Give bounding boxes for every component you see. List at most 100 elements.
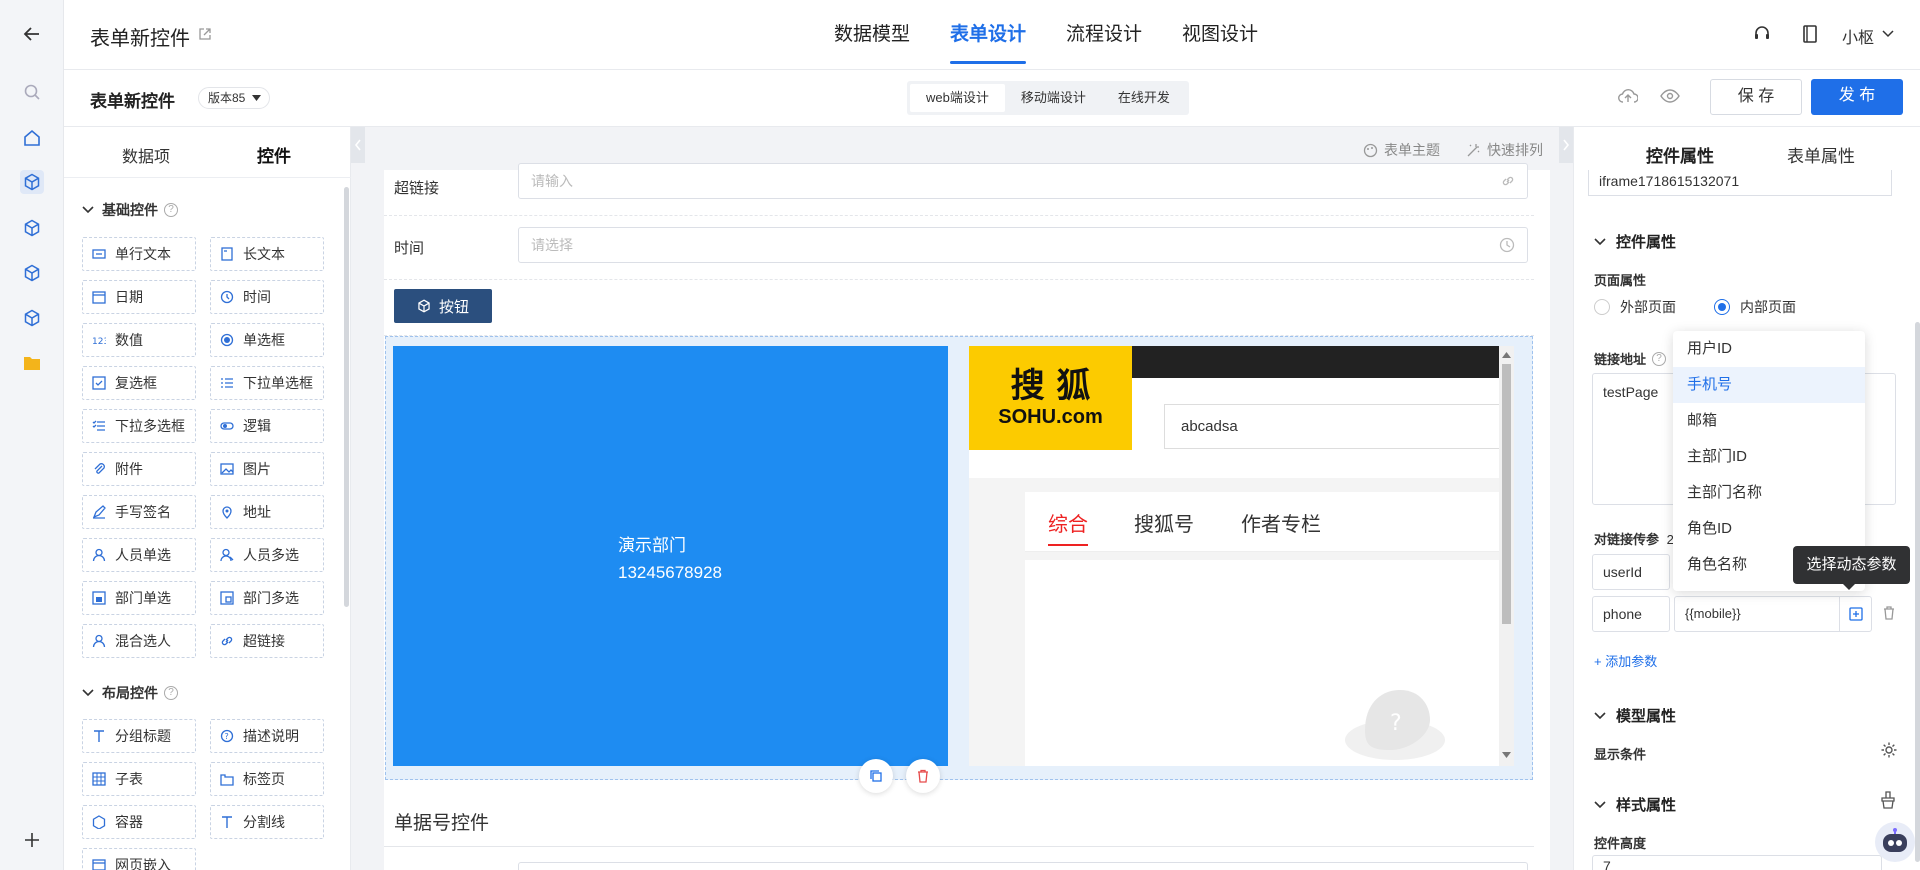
radio-internal-page[interactable]: 内部页面 (1714, 297, 1796, 317)
add-param-link[interactable]: + 添加参数 (1594, 651, 1657, 670)
basic-control-item[interactable]: 混合选人 (82, 624, 196, 658)
dropdown-option[interactable]: 角色ID (1673, 511, 1865, 547)
layout-control-item[interactable]: 容器 (82, 805, 196, 839)
basic-control-item[interactable]: 逻辑 (210, 409, 324, 443)
basic-control-item[interactable]: 下拉多选框 (82, 409, 196, 443)
external-link-icon[interactable] (198, 27, 212, 41)
brush-icon[interactable] (1880, 791, 1896, 809)
embedded-webpage[interactable]: 搜 狐 SOHU.com abcadsa 综合 搜狐号 作者专栏 ? (969, 346, 1514, 766)
help-icon[interactable]: ? (164, 203, 178, 217)
dropdown-option[interactable]: 用户ID (1673, 331, 1865, 367)
tab-data-model[interactable]: 数据模型 (834, 0, 910, 70)
basic-control-item[interactable]: 123 数值 (82, 323, 196, 357)
webpage-tab-all[interactable]: 综合 (1048, 508, 1088, 537)
basic-control-item[interactable]: 时间 (210, 280, 324, 314)
basic-control-item[interactable]: 超链接 (210, 624, 324, 658)
search-icon[interactable] (20, 80, 44, 104)
scroll-up-icon[interactable] (1502, 352, 1511, 358)
style-props-header[interactable]: 样式属性 (1594, 794, 1676, 815)
publish-button[interactable]: 发 布 (1811, 79, 1903, 115)
tab-form-design[interactable]: 表单设计 (950, 0, 1027, 70)
save-button[interactable]: 保 存 (1710, 79, 1802, 115)
basic-control-item[interactable]: 附件 (82, 452, 196, 486)
control-id-input[interactable]: iframe1718615132071 (1588, 170, 1892, 196)
param1-key-input[interactable]: userId (1592, 554, 1670, 590)
tab-data-items[interactable]: 数据项 (122, 143, 170, 167)
mode-mobile[interactable]: 移动端设计 (1005, 84, 1102, 112)
back-arrow-icon[interactable] (20, 22, 44, 46)
dropdown-option[interactable]: 主部门名称 (1673, 475, 1865, 511)
basic-control-item[interactable]: 单选框 (210, 323, 324, 357)
right-scrollbar[interactable] (1915, 322, 1920, 862)
webpage-tab-columns[interactable]: 作者专栏 (1241, 508, 1321, 537)
dropdown-option[interactable]: 主部门ID (1673, 439, 1865, 475)
gear-icon[interactable] (1880, 741, 1898, 759)
layout-control-item[interactable]: 子表 (82, 762, 196, 796)
tab-form-props[interactable]: 表单属性 (1787, 142, 1855, 167)
form-theme-button[interactable]: 表单主题 (1363, 140, 1440, 160)
control-props-header[interactable]: 控件属性 (1594, 231, 1676, 252)
basic-control-item[interactable]: 图片 (210, 452, 324, 486)
cube-icon-app-2[interactable] (20, 216, 44, 240)
param2-value-input[interactable]: {{mobile}} (1674, 596, 1872, 632)
layout-control-item[interactable]: 标签页 (210, 762, 324, 796)
basic-control-item[interactable]: 长文本 (210, 237, 324, 271)
dynamic-param-button[interactable] (1839, 597, 1871, 631)
scrollbar[interactable] (344, 187, 349, 607)
param2-key-input[interactable]: phone (1592, 596, 1670, 632)
dropdown-option[interactable]: 邮箱 (1673, 403, 1865, 439)
model-props-header[interactable]: 模型属性 (1594, 705, 1676, 726)
layout-control-item[interactable]: 分割线 (210, 805, 324, 839)
basic-control-item[interactable]: 下拉单选框 (210, 366, 324, 400)
tab-flow-design[interactable]: 流程设计 (1066, 0, 1142, 70)
basic-control-item[interactable]: 日期 (82, 280, 196, 314)
collapse-right-handle[interactable] (1559, 127, 1573, 163)
basic-control-item[interactable]: 手写签名 (82, 495, 196, 529)
tab-view-design[interactable]: 视图设计 (1182, 0, 1258, 70)
help-icon[interactable]: ? (1652, 351, 1667, 366)
basic-control-item[interactable]: 部门单选 (82, 581, 196, 615)
basic-controls-header[interactable]: 基础控件 ? (82, 200, 178, 220)
basic-control-item[interactable]: 人员多选 (210, 538, 324, 572)
assistant-robot-icon[interactable] (1875, 822, 1915, 862)
webpage-search-input[interactable]: abcadsa (1164, 404, 1514, 449)
basic-control-item[interactable]: 复选框 (82, 366, 196, 400)
preview-eye-icon[interactable] (1660, 89, 1680, 103)
serial-number-input[interactable] (518, 862, 1528, 870)
collapse-left-handle[interactable] (351, 127, 365, 163)
copy-button[interactable] (859, 759, 893, 793)
help-icon[interactable]: ? (164, 686, 178, 700)
time-input[interactable]: 请选择 (518, 227, 1528, 263)
layout-control-item[interactable]: 分组标题 (82, 719, 196, 753)
delete-param-icon[interactable] (1882, 605, 1896, 621)
basic-control-item[interactable]: 部门多选 (210, 581, 324, 615)
dropdown-option[interactable]: 手机号 (1673, 367, 1865, 403)
radio-external-page[interactable]: 外部页面 (1594, 297, 1676, 317)
webpage-tab-sohuhao[interactable]: 搜狐号 (1134, 508, 1194, 537)
add-icon[interactable] (20, 828, 44, 852)
iframe-container-selected[interactable]: 演示部门 13245678928 搜 狐 SOHU.com abcadsa 综合… (385, 336, 1533, 780)
form-button-control[interactable]: 按钮 (394, 289, 492, 323)
basic-control-item[interactable]: 地址 (210, 495, 324, 529)
cloud-upload-icon[interactable] (1618, 88, 1638, 104)
hyperlink-input[interactable]: 请输入 (518, 163, 1528, 199)
tab-control-props[interactable]: 控件属性 (1646, 142, 1714, 167)
delete-button[interactable] (906, 759, 940, 793)
version-select[interactable]: 版本85 (198, 87, 271, 109)
user-name[interactable]: 小枢 (1842, 24, 1874, 48)
layout-control-item[interactable]: 网页嵌入 (82, 848, 196, 870)
layout-controls-header[interactable]: 布局控件 ? (82, 683, 178, 703)
cube-icon-app-3[interactable] (20, 261, 44, 285)
mode-web[interactable]: web端设计 (910, 84, 1005, 112)
webpage-scrollbar[interactable] (1499, 346, 1514, 766)
quick-arrange-button[interactable]: 快速排列 (1466, 140, 1543, 160)
layout-control-item[interactable]: ? 描述说明 (210, 719, 324, 753)
document-icon[interactable] (1802, 24, 1818, 44)
mode-online-dev[interactable]: 在线开发 (1102, 84, 1186, 112)
webpage-scroll-thumb[interactable] (1502, 364, 1511, 624)
support-icon[interactable] (1752, 24, 1772, 44)
chevron-down-icon[interactable] (1882, 30, 1894, 38)
cube-icon-app-1[interactable] (20, 170, 44, 194)
folder-icon[interactable] (20, 351, 44, 375)
cube-icon-app-4[interactable] (20, 306, 44, 330)
